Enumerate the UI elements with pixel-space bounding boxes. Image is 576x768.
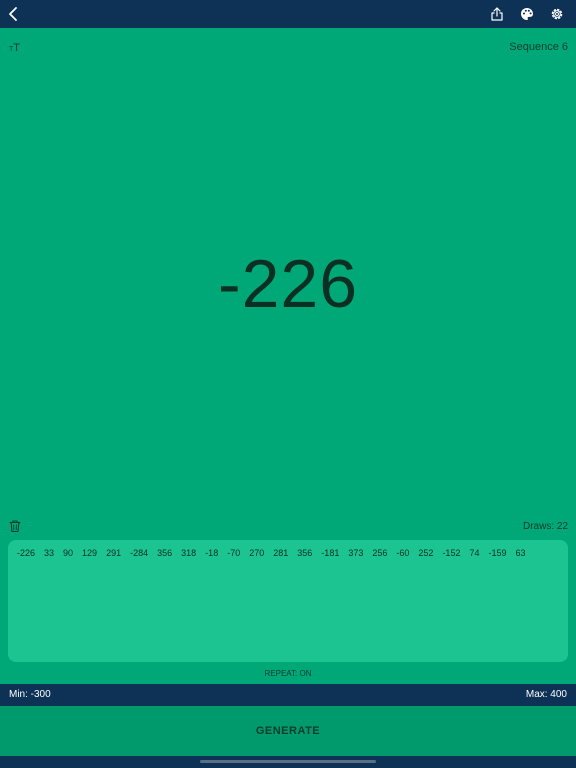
history-item: 90: [63, 548, 74, 558]
palette-icon: [521, 8, 533, 20]
share-button[interactable]: [486, 3, 508, 25]
generate-button[interactable]: GENERATE: [0, 706, 576, 756]
history-item: -226: [17, 548, 36, 558]
history-item: 270: [249, 548, 265, 558]
history-item: -18: [205, 548, 219, 558]
history-item: 373: [348, 548, 364, 558]
history-item: 256: [372, 548, 388, 558]
repeat-toggle[interactable]: REPEAT: ON: [0, 669, 576, 678]
history-item: -284: [130, 548, 149, 558]
top-toolbar: [0, 0, 576, 28]
history-item: -181: [321, 548, 340, 558]
min-value[interactable]: Min: -300: [9, 689, 51, 700]
bottom-strip: [0, 756, 576, 768]
history-list: -226 33 90 129 291 -284 356 318 -18 -70 270 281 356-…: [17, 549, 559, 558]
range-bar: Min: -300 Max: 400: [0, 684, 576, 706]
history-item: 356: [297, 548, 313, 558]
history-panel[interactable]: -226 33 90 129 291 -284 356 318 -18 -70 270 281 356-…: [8, 540, 568, 662]
gear-icon: [551, 8, 563, 20]
history-item: 252: [418, 548, 434, 558]
history-item: -60: [396, 548, 410, 558]
history-item: 129: [82, 548, 98, 558]
sequence-label: Sequence 6: [509, 41, 568, 53]
history-item: -70: [227, 548, 241, 558]
share-icon: [491, 7, 503, 21]
history-item: -159: [488, 548, 507, 558]
font-size-button[interactable]: TT: [9, 40, 27, 54]
display-area: TT Sequence 6 -226 Draws: 22 -226 33 90 129…: [0, 28, 576, 684]
history-item: 63: [515, 548, 526, 558]
back-button[interactable]: [2, 3, 24, 25]
theme-button[interactable]: [516, 3, 538, 25]
chevron-left-icon: [9, 7, 17, 21]
history-item: 33: [44, 548, 55, 558]
current-number: -226: [217, 246, 359, 322]
history-item: -152: [442, 548, 461, 558]
max-value[interactable]: Max: 400: [526, 689, 567, 700]
history-item: 74: [469, 548, 480, 558]
history-item: 291: [106, 548, 122, 558]
history-item: 318: [181, 548, 197, 558]
settings-button[interactable]: [546, 3, 568, 25]
font-size-icon: TT: [9, 42, 21, 54]
home-indicator: [200, 760, 376, 763]
draws-count: Draws: 22: [522, 521, 568, 532]
clear-history-button[interactable]: [8, 519, 22, 533]
history-item: 281: [273, 548, 289, 558]
history-item: 356: [157, 548, 173, 558]
trash-icon: [9, 520, 21, 533]
